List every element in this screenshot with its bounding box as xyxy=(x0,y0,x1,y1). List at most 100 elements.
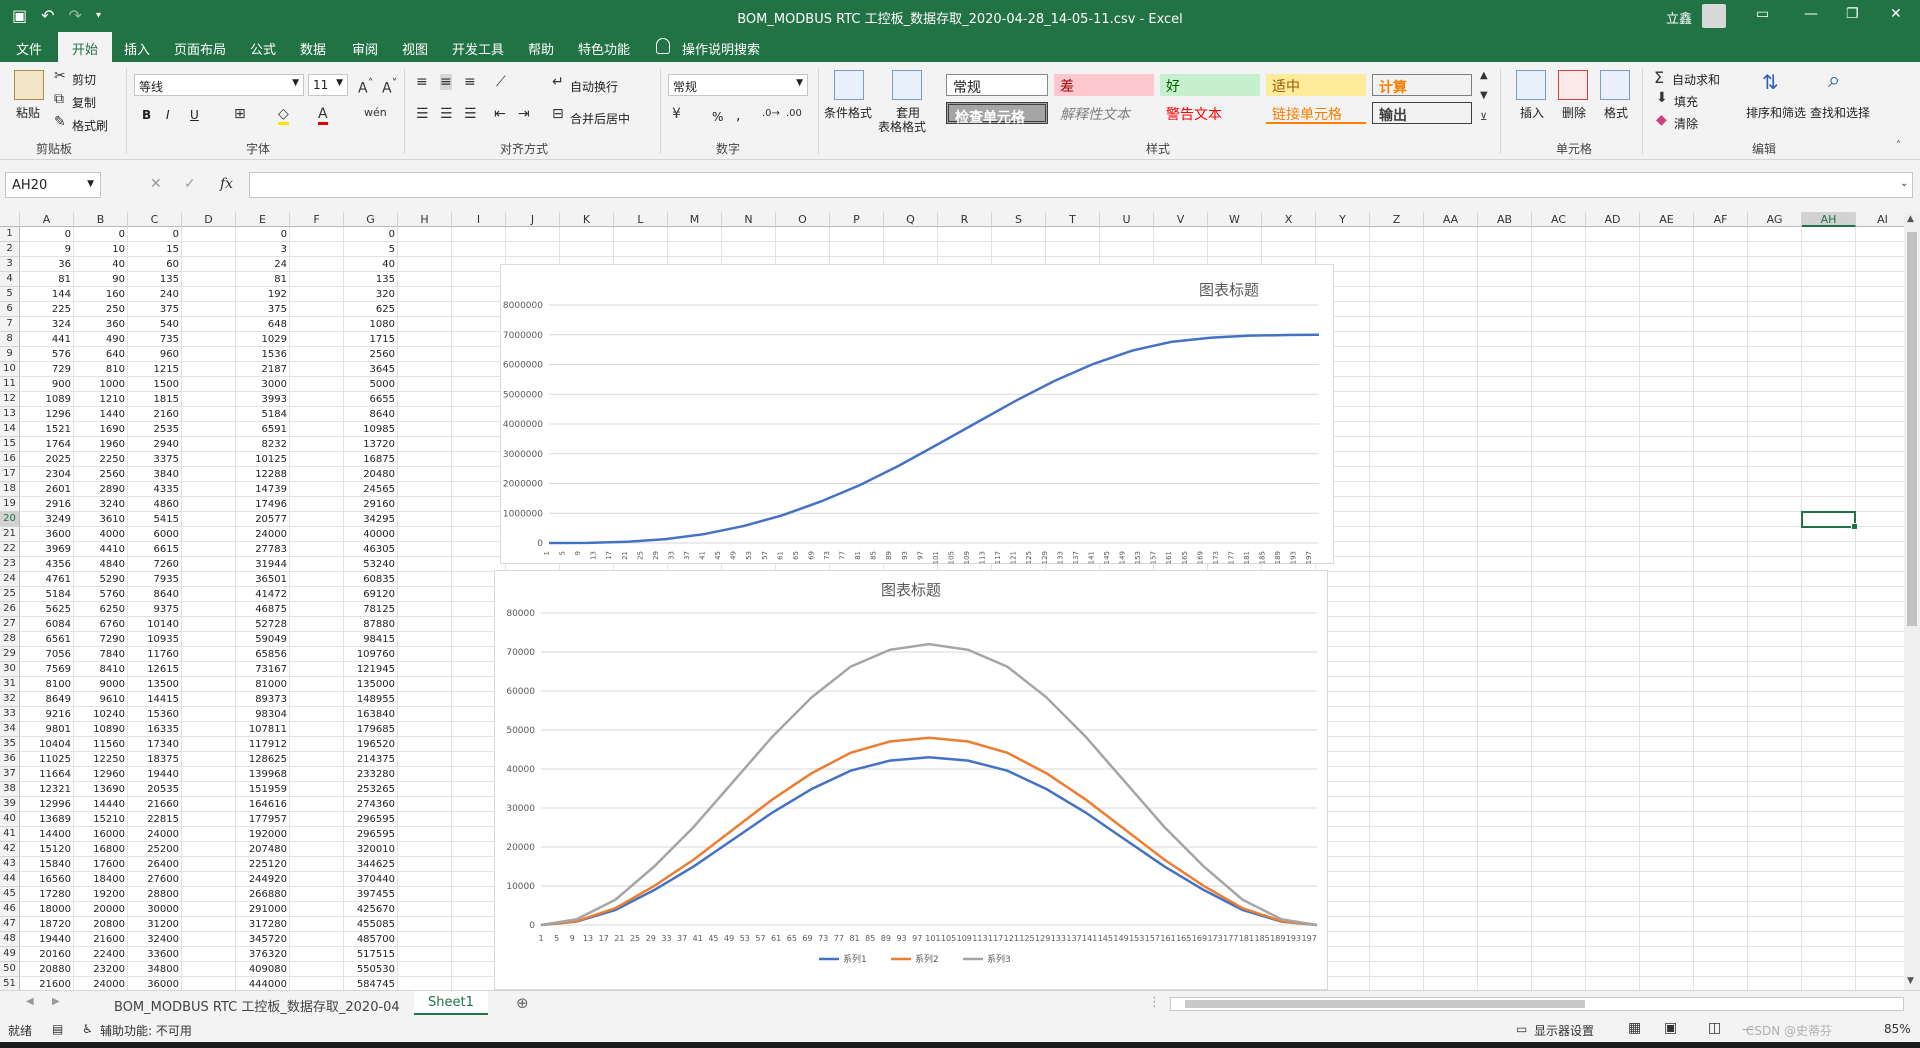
row-header[interactable]: 38 xyxy=(0,782,20,797)
format-painter-button[interactable]: 格式刷 xyxy=(72,117,108,134)
column-header[interactable]: D xyxy=(182,212,236,227)
cell[interactable]: 135 xyxy=(344,272,398,287)
row-header[interactable]: 51 xyxy=(0,977,20,990)
style-normal[interactable]: 常规 xyxy=(946,74,1048,96)
row-header[interactable]: 15 xyxy=(0,437,20,452)
cancel-icon[interactable]: ✕ xyxy=(150,176,162,192)
cell[interactable]: 10 xyxy=(74,242,128,257)
style-good[interactable]: 好 xyxy=(1160,74,1260,96)
cell[interactable]: 6000 xyxy=(128,527,182,542)
cell[interactable]: 2187 xyxy=(236,362,290,377)
cell[interactable]: 5000 xyxy=(344,377,398,392)
cell[interactable]: 46305 xyxy=(344,542,398,557)
cell[interactable]: 9000 xyxy=(74,677,128,692)
cell[interactable]: 240 xyxy=(128,287,182,302)
wrap-text-icon[interactable]: ↵ xyxy=(552,74,564,90)
cell[interactable]: 20000 xyxy=(74,902,128,917)
cell[interactable]: 24565 xyxy=(344,482,398,497)
clear-button[interactable]: 清除 xyxy=(1674,115,1698,132)
row-header[interactable]: 11 xyxy=(0,377,20,392)
cell[interactable]: 3645 xyxy=(344,362,398,377)
column-header[interactable]: AA xyxy=(1424,212,1478,227)
row-header[interactable]: 41 xyxy=(0,827,20,842)
cell[interactable]: 9610 xyxy=(74,692,128,707)
cell[interactable]: 7569 xyxy=(20,662,74,677)
cell[interactable]: 320 xyxy=(344,287,398,302)
style-warning[interactable]: 警告文本 xyxy=(1160,102,1260,124)
autosum-button[interactable]: 自动求和 xyxy=(1672,71,1720,88)
column-header[interactable]: I xyxy=(452,212,506,227)
row-header[interactable]: 39 xyxy=(0,797,20,812)
cell[interactable]: 33600 xyxy=(128,947,182,962)
cell[interactable]: 1536 xyxy=(236,347,290,362)
style-output[interactable]: 输出 xyxy=(1372,102,1472,124)
macro-record-icon[interactable]: ▤ xyxy=(52,1022,63,1036)
borders-icon[interactable]: ⊞ xyxy=(234,106,246,122)
cell[interactable]: 14739 xyxy=(236,482,290,497)
font-color-icon[interactable]: A xyxy=(318,106,328,125)
cell[interactable]: 15210 xyxy=(74,812,128,827)
cell[interactable]: 225 xyxy=(20,302,74,317)
tab-special[interactable]: 特色功能 xyxy=(578,39,630,58)
merge-center-button[interactable]: 合并后居中 xyxy=(570,110,630,127)
cell[interactable]: 376320 xyxy=(236,947,290,962)
cell[interactable]: 22815 xyxy=(128,812,182,827)
row-header[interactable]: 48 xyxy=(0,932,20,947)
sheet-tab-data[interactable]: BOM_MODBUS RTC 工控板_数据存取_2020-04 xyxy=(114,996,400,1015)
select-all-corner[interactable] xyxy=(0,212,20,227)
cell[interactable]: 13720 xyxy=(344,437,398,452)
conditional-format-icon[interactable] xyxy=(834,70,864,100)
cell[interactable]: 36000 xyxy=(128,977,182,990)
cell[interactable]: 14440 xyxy=(74,797,128,812)
tab-file[interactable]: 文件 xyxy=(16,39,42,58)
cell[interactable]: 17600 xyxy=(74,857,128,872)
number-format-select[interactable]: 常规 ▼ xyxy=(668,74,808,96)
row-header[interactable]: 2 xyxy=(0,242,20,257)
row-header[interactable]: 46 xyxy=(0,902,20,917)
cell[interactable]: 14400 xyxy=(20,827,74,842)
row-header[interactable]: 8 xyxy=(0,332,20,347)
cell[interactable]: 10125 xyxy=(236,452,290,467)
cell[interactable]: 490 xyxy=(74,332,128,347)
row-header[interactable]: 28 xyxy=(0,632,20,647)
cell[interactable]: 324 xyxy=(20,317,74,332)
cell[interactable]: 2560 xyxy=(74,467,128,482)
scroll-down-icon[interactable]: ▼ xyxy=(1907,976,1914,986)
cell[interactable]: 7290 xyxy=(74,632,128,647)
row-header[interactable]: 44 xyxy=(0,872,20,887)
cell[interactable]: 584745 xyxy=(344,977,398,990)
cell[interactable]: 9216 xyxy=(20,707,74,722)
cell[interactable]: 13690 xyxy=(74,782,128,797)
cell[interactable]: 6615 xyxy=(128,542,182,557)
cell[interactable]: 0 xyxy=(236,227,290,242)
cell[interactable]: 360 xyxy=(74,317,128,332)
scroll-up-icon[interactable]: ▲ xyxy=(1907,214,1914,224)
cell[interactable]: 12615 xyxy=(128,662,182,677)
cell[interactable]: 0 xyxy=(74,227,128,242)
cell[interactable]: 87880 xyxy=(344,617,398,632)
cell[interactable]: 2160 xyxy=(128,407,182,422)
display-settings[interactable]: 显示器设置 xyxy=(1534,1022,1594,1039)
align-right-icon[interactable]: ☰ xyxy=(464,106,477,122)
cell[interactable]: 1690 xyxy=(74,422,128,437)
cell[interactable]: 36501 xyxy=(236,572,290,587)
cell[interactable]: 320010 xyxy=(344,842,398,857)
row-header[interactable]: 4 xyxy=(0,272,20,287)
cell[interactable]: 0 xyxy=(344,227,398,242)
orientation-icon[interactable]: ⟋ xyxy=(496,74,506,90)
cell[interactable]: 7935 xyxy=(128,572,182,587)
row-header[interactable]: 1 xyxy=(0,227,20,242)
cell[interactable]: 34800 xyxy=(128,962,182,977)
cell[interactable]: 28800 xyxy=(128,887,182,902)
cell[interactable]: 11560 xyxy=(74,737,128,752)
cell[interactable]: 17340 xyxy=(128,737,182,752)
align-center-icon[interactable]: ☰ xyxy=(440,106,453,122)
cell[interactable]: 11760 xyxy=(128,647,182,662)
cell[interactable]: 78125 xyxy=(344,602,398,617)
column-header[interactable]: S xyxy=(992,212,1046,227)
column-header[interactable]: G xyxy=(344,212,398,227)
cell[interactable]: 3840 xyxy=(128,467,182,482)
row-header[interactable]: 23 xyxy=(0,557,20,572)
cell[interactable]: 3600 xyxy=(20,527,74,542)
fill-color-icon[interactable]: ◇ xyxy=(278,106,289,125)
